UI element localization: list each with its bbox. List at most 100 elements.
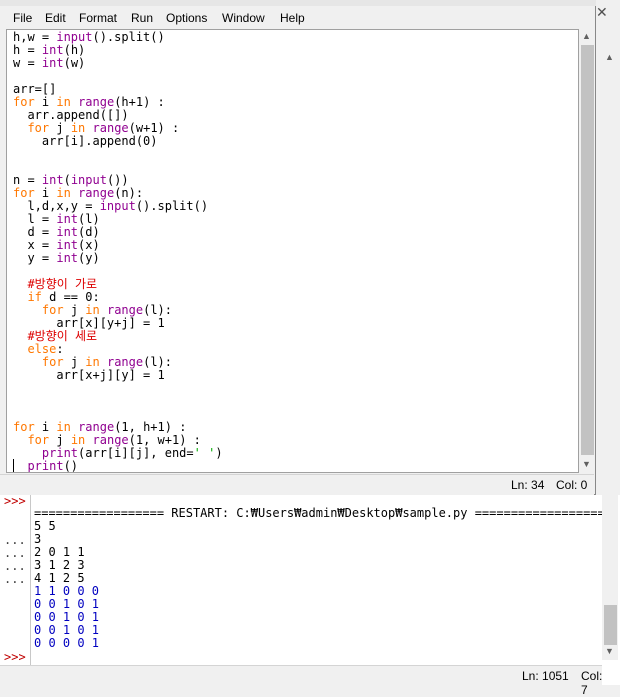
shell-prompt-marker: ...: [4, 572, 26, 586]
code-token: (l):: [143, 355, 172, 369]
shell-status-col: Col: 7: [581, 669, 603, 697]
code-token: int: [56, 251, 79, 265]
code-token: ()): [106, 173, 129, 187]
editor-status-bar: Ln: 34 Col: 0: [0, 474, 594, 495]
shell-prompt-marker: >>>: [4, 494, 26, 508]
menu-window[interactable]: Window: [222, 11, 265, 25]
code-editor[interactable]: h,w = input().split() h = int(h) w = int(w…: [6, 29, 579, 473]
code-token: for: [13, 95, 35, 109]
code-token: print: [41, 446, 79, 460]
code-token: i: [34, 420, 57, 434]
editor-scrollbar-thumb[interactable]: [581, 45, 594, 455]
code-token: (: [63, 173, 71, 187]
code-token: for: [27, 433, 50, 447]
code-token: l,d,x,y =: [13, 199, 100, 213]
code-token: (arr[i][j], end=: [78, 446, 194, 460]
code-token: ' ': [193, 446, 216, 460]
text-cursor: [13, 459, 14, 472]
shell-output[interactable]: ================== RESTART: C:₩Users₩adm…: [34, 507, 602, 657]
code-token: l =: [13, 212, 57, 226]
code-token: (d): [78, 225, 100, 239]
code-token: (y): [78, 251, 100, 265]
scroll-down-icon[interactable]: ▼: [582, 459, 591, 469]
code-token: for: [41, 303, 64, 317]
code-token: int: [41, 56, 64, 70]
code-token: (1, h+1) :: [114, 420, 187, 434]
shell-line-output: 0 0 1 0 1: [34, 623, 100, 637]
menu-format[interactable]: Format: [79, 11, 117, 25]
code-token: input: [70, 173, 107, 187]
code-token: in: [56, 95, 71, 109]
code-token: ().split(): [135, 199, 209, 213]
code-token: in: [85, 303, 100, 317]
code-token: j: [49, 121, 71, 135]
editor-status-col: Col: 0: [556, 478, 588, 492]
code-line[interactable]: y = int(y): [13, 252, 223, 265]
code-token: ().split(): [92, 30, 165, 44]
code-token: int: [56, 238, 79, 252]
code-line[interactable]: [13, 382, 223, 395]
code-token: for: [27, 121, 50, 135]
code-token: input: [99, 199, 136, 213]
code-token: i: [34, 186, 57, 200]
shell-line-input: 5 5: [34, 519, 56, 533]
code-token: (n):: [114, 186, 144, 200]
code-line[interactable]: w = int(w): [13, 57, 223, 70]
editor-window: File Edit Format Run Options Window Help…: [0, 0, 596, 495]
code-line[interactable]: [13, 148, 223, 161]
code-token: (h): [63, 43, 86, 57]
scroll-up-icon[interactable]: ▲: [605, 52, 614, 62]
code-token: int: [41, 173, 64, 187]
menu-edit[interactable]: Edit: [45, 11, 66, 25]
code-token: print: [27, 459, 64, 473]
code-token: range: [78, 95, 115, 109]
code-token: d == 0:: [41, 290, 100, 304]
menu-help[interactable]: Help: [280, 11, 305, 25]
code-token: int: [56, 212, 79, 226]
code-text[interactable]: h,w = input().split() h = int(h) w = int(w…: [13, 31, 223, 473]
gutter-divider: [30, 495, 31, 665]
code-token: (h+1) :: [114, 95, 165, 109]
code-token: j: [49, 433, 71, 447]
shell-line-restart: ================== RESTART: C:₩Users₩adm…: [34, 507, 602, 520]
code-token: range: [78, 186, 115, 200]
code-line[interactable]: print(): [13, 460, 223, 473]
menu-run[interactable]: Run: [131, 11, 153, 25]
code-line[interactable]: arr[x+j][y] = 1: [13, 369, 223, 382]
code-token: #방향이 세로: [13, 329, 98, 343]
shell-line-output: 0 0 1 0 1: [34, 610, 100, 624]
close-icon[interactable]: ✕: [596, 4, 608, 21]
shell-status-line: Ln: 1051: [522, 669, 569, 683]
code-token: d =: [13, 225, 57, 239]
code-token: range: [92, 433, 129, 447]
scroll-up-icon[interactable]: ▲: [582, 31, 591, 41]
shell-scrollbar-thumb[interactable]: [604, 605, 617, 645]
shell-scrollbar[interactable]: ▲ ▼: [602, 52, 618, 660]
code-token: h,w =: [13, 30, 57, 44]
code-token: range: [106, 355, 144, 369]
scroll-down-icon[interactable]: ▼: [605, 646, 614, 656]
code-line[interactable]: [13, 395, 223, 408]
editor-scrollbar[interactable]: ▲ ▼: [579, 29, 595, 473]
code-token: in: [70, 121, 86, 135]
code-line[interactable]: arr[i].append(0): [13, 135, 223, 148]
code-token: (): [63, 459, 79, 473]
menu-file[interactable]: File: [13, 11, 32, 25]
code-token: arr=[]: [13, 82, 57, 96]
menu-options[interactable]: Options: [166, 11, 207, 25]
shell-line-output: 1 1 0 0 0: [34, 584, 100, 598]
code-token: j: [63, 355, 86, 369]
code-token: input: [56, 30, 93, 44]
code-token: #방향이 가로: [13, 277, 98, 291]
